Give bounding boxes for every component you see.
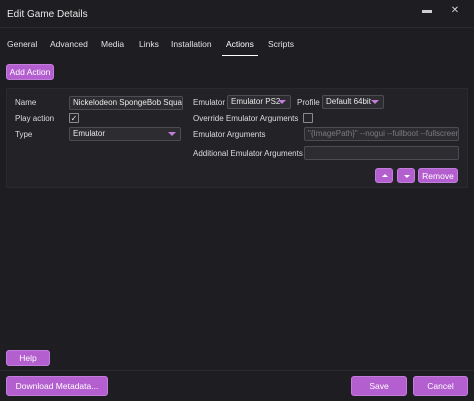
- tab-advanced[interactable]: Advanced: [50, 34, 88, 56]
- chevron-down-icon: [168, 132, 176, 136]
- tab-media[interactable]: Media: [101, 34, 124, 56]
- additional-args-input[interactable]: [304, 146, 459, 160]
- type-label: Type: [15, 130, 33, 139]
- tab-installation[interactable]: Installation: [171, 34, 212, 56]
- action-editor-panel: Name Nickelodeon SpongeBob Squarepants P…: [6, 88, 468, 188]
- help-button[interactable]: Help: [6, 350, 50, 366]
- emulator-select[interactable]: Emulator PS2: [227, 95, 291, 109]
- action-name-input[interactable]: Nickelodeon SpongeBob Squarepants: [69, 96, 183, 110]
- profile-label: Profile: [297, 98, 320, 107]
- type-select[interactable]: Emulator: [69, 127, 181, 141]
- save-button[interactable]: Save: [351, 376, 407, 396]
- additional-args-label: Additional Emulator Arguments: [193, 149, 303, 158]
- play-action-label: Play action: [15, 114, 55, 123]
- window-title: Edit Game Details: [7, 9, 88, 20]
- profile-select[interactable]: Default 64bit: [322, 95, 384, 109]
- footer-divider: [0, 370, 474, 371]
- override-args-label: Override Emulator Arguments: [193, 114, 299, 123]
- tab-bar: General Advanced Media Links Installatio…: [0, 34, 474, 56]
- move-up-button[interactable]: [375, 168, 393, 183]
- arrow-down-icon: [404, 175, 410, 178]
- override-args-checkbox[interactable]: [303, 113, 313, 123]
- type-select-value: Emulator: [73, 129, 106, 138]
- title-bar: Edit Game Details ▬ ✕: [0, 0, 474, 28]
- chevron-down-icon: [278, 100, 286, 104]
- emulator-label: Emulator: [193, 98, 226, 107]
- profile-select-value: Default 64bit: [326, 97, 371, 106]
- download-metadata-button[interactable]: Download Metadata...: [6, 376, 108, 396]
- emulator-select-value: Emulator PS2: [231, 97, 281, 106]
- cancel-button[interactable]: Cancel: [413, 376, 468, 396]
- tab-scripts[interactable]: Scripts: [268, 34, 294, 56]
- minimize-icon[interactable]: ▬: [420, 4, 434, 18]
- add-action-button[interactable]: Add Action: [6, 64, 54, 80]
- name-label: Name: [15, 98, 37, 107]
- chevron-down-icon: [371, 100, 379, 104]
- close-icon[interactable]: ✕: [448, 4, 462, 18]
- move-down-button[interactable]: [397, 168, 415, 183]
- tab-links[interactable]: Links: [139, 34, 159, 56]
- play-action-checkbox[interactable]: ✓: [69, 113, 79, 123]
- tab-general[interactable]: General: [7, 34, 37, 56]
- emulator-args-label: Emulator Arguments: [193, 130, 266, 139]
- tab-actions[interactable]: Actions: [222, 34, 258, 56]
- arrow-up-icon: [382, 174, 388, 177]
- remove-button[interactable]: Remove: [418, 168, 458, 183]
- emulator-args-input[interactable]: "{ImagePath}" --nogui --fullboot --fulls…: [304, 127, 459, 141]
